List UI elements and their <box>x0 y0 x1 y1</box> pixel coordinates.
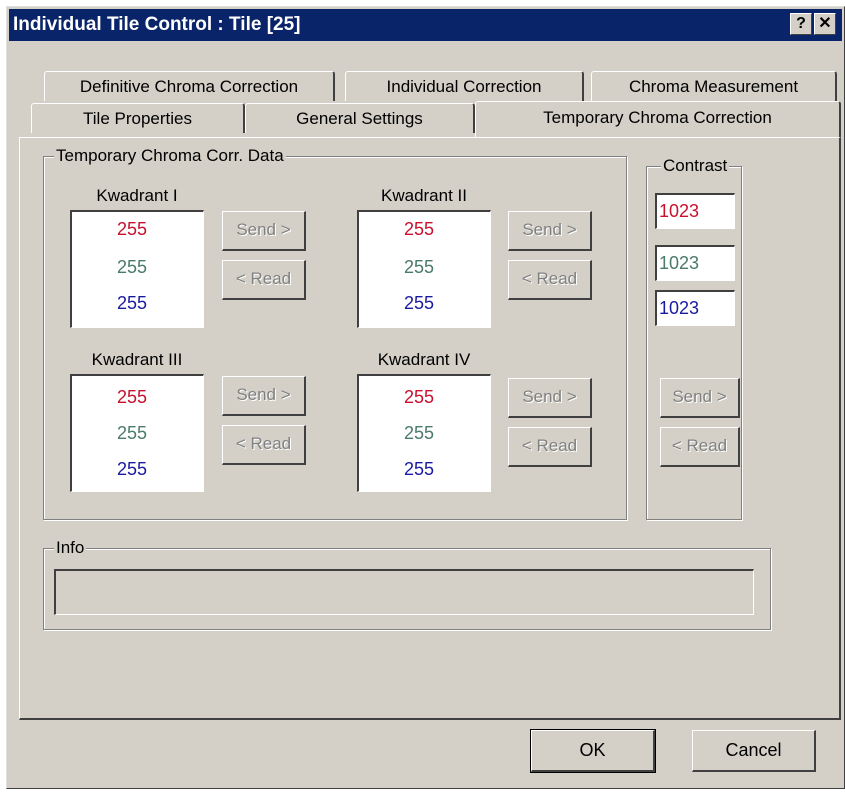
quadrant-2-read-button[interactable]: < Read <box>508 260 592 300</box>
quadrant-1-read-button[interactable]: < Read <box>222 260 306 300</box>
quadrant-3-send-button[interactable]: Send > <box>222 376 306 416</box>
tab-tile-properties[interactable]: Tile Properties <box>31 103 245 133</box>
quadrant-2-send-button[interactable]: Send > <box>508 211 592 251</box>
quadrant-4-red: 255 <box>404 387 435 407</box>
tab-chroma-measurement[interactable]: Chroma Measurement <box>591 71 837 101</box>
quadrant-1-red: 255 <box>117 219 148 239</box>
info-group-label: Info <box>54 538 87 558</box>
quadrant-3-values[interactable]: 255 255 255 <box>70 374 204 492</box>
contrast-read-button[interactable]: < Read <box>660 427 740 467</box>
quadrant-3-read-button[interactable]: < Read <box>222 425 306 465</box>
quadrant-1-blue: 255 <box>117 293 148 313</box>
tab-temporary-chroma-correction[interactable]: Temporary Chroma Correction <box>475 101 841 137</box>
quadrant-2-red: 255 <box>404 219 435 239</box>
quadrant-2-blue: 255 <box>404 293 435 313</box>
info-field <box>54 569 754 615</box>
contrast-group-label: Contrast <box>661 156 730 176</box>
cancel-button[interactable]: Cancel <box>692 730 816 772</box>
quadrant-2-values[interactable]: 255 255 255 <box>357 210 491 328</box>
contrast-green-field[interactable]: 1023 <box>655 245 735 281</box>
quadrant-1-green: 255 <box>117 257 148 277</box>
help-button[interactable]: ? <box>790 13 812 35</box>
quadrant-4-read-button[interactable]: < Read <box>508 427 592 467</box>
ok-button[interactable]: OK <box>530 729 656 773</box>
quadrant-4-values[interactable]: 255 255 255 <box>357 374 491 492</box>
quadrant-1-values[interactable]: 255 255 255 <box>70 210 204 328</box>
tab-general-settings[interactable]: General Settings <box>245 103 475 133</box>
contrast-red-field[interactable]: 1023 <box>655 193 735 229</box>
quadrant-3-green: 255 <box>117 423 148 443</box>
quadrant-4-blue: 255 <box>404 459 435 479</box>
title-bar: Individual Tile Control : Tile [25] ? ✕ <box>9 9 842 41</box>
window-title: Individual Tile Control : Tile [25] <box>13 14 301 35</box>
quadrant-1-label: Kwadrant I <box>96 186 178 205</box>
quadrant-1-send-button[interactable]: Send > <box>222 211 306 251</box>
quadrant-2-green: 255 <box>404 257 435 277</box>
quadrant-4-send-button[interactable]: Send > <box>508 378 592 418</box>
contrast-blue-field[interactable]: 1023 <box>655 290 735 326</box>
quadrant-4-label: Kwadrant IV <box>377 350 471 369</box>
quadrant-3-red: 255 <box>117 387 148 407</box>
quadrant-3-blue: 255 <box>117 459 148 479</box>
contrast-send-button[interactable]: Send > <box>660 378 740 418</box>
quadrant-2-label: Kwadrant II <box>381 186 467 205</box>
quadrant-4-green: 255 <box>404 423 435 443</box>
quadrant-3-label: Kwadrant III <box>91 350 183 369</box>
tab-definitive-chroma-correction[interactable]: Definitive Chroma Correction <box>44 71 335 101</box>
chroma-data-group-label: Temporary Chroma Corr. Data <box>54 146 286 166</box>
tab-individual-correction[interactable]: Individual Correction <box>345 71 584 101</box>
close-button[interactable]: ✕ <box>814 13 836 35</box>
